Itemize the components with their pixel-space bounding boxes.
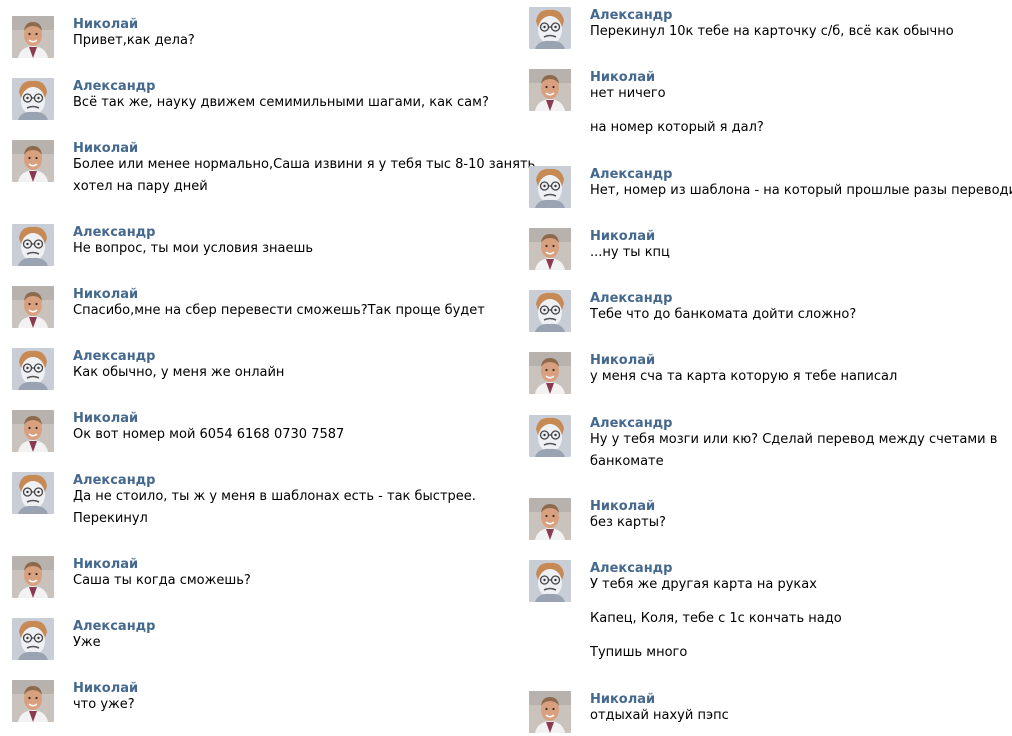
message-text: Да не стоило, ты ж у меня в шаблонах ест… (73, 486, 476, 530)
alexander-avatar[interactable] (529, 415, 571, 457)
message-text: Нет, номер из шаблона - на который прошл… (590, 180, 1012, 202)
message-line: хотел на пару дней (73, 179, 208, 194)
nikolai-avatar[interactable] (529, 498, 571, 540)
nikolai-avatar[interactable] (529, 228, 571, 270)
message-text: ...ну ты кпц (590, 242, 670, 264)
alexander-avatar[interactable] (12, 78, 54, 120)
alexander-avatar[interactable] (12, 224, 54, 266)
message-text: Ок вот номер мой 6054 6168 0730 7587 (73, 424, 344, 446)
message-line: Не вопрос, ты мои условия знаешь (73, 241, 314, 256)
message-line (590, 630, 842, 642)
message-text: у меня сча та карта которую я тебе напис… (590, 366, 897, 388)
nikolai-avatar[interactable] (529, 691, 571, 733)
message-text: Более или менее нормально,Саша извини я … (73, 154, 535, 198)
message-line: Да не стоило, ты ж у меня в шаблонах ест… (73, 489, 476, 504)
message-text: У тебя же другая карта на руках Капец, Ко… (590, 574, 842, 664)
message-line: Привет,как дела? (73, 33, 195, 48)
message-line: Ок вот номер мой 6054 6168 0730 7587 (73, 427, 345, 442)
message-line: Как обычно, у меня же онлайн (73, 365, 285, 380)
message-line: что уже? (73, 697, 135, 712)
message-text: нет ничего на номер который я дал? (590, 83, 764, 139)
message-text: Не вопрос, ты мои условия знаешь (73, 238, 313, 260)
message-line: ...ну ты кпц (590, 245, 670, 260)
message-line: Ну у тебя мозги или кю? Сделай перевод м… (590, 432, 998, 447)
message-text: Саша ты когда сможешь? (73, 570, 251, 592)
alexander-avatar[interactable] (12, 348, 54, 390)
alexander-avatar[interactable] (12, 618, 54, 660)
nikolai-avatar[interactable] (12, 410, 54, 452)
message-line: Спасибо,мне на сбер перевести сможешь?Та… (73, 303, 485, 318)
nikolai-avatar[interactable] (12, 16, 54, 58)
message-text: Перекинул 10к тебе на карточку с/б, всё … (590, 21, 954, 43)
message-text: Спасибо,мне на сбер перевести сможешь?Та… (73, 300, 485, 322)
message-line: Перекинул (73, 511, 148, 526)
nikolai-avatar[interactable] (12, 556, 54, 598)
alexander-avatar[interactable] (529, 166, 571, 208)
message-text: отдыхай нахуй пэпс (590, 705, 729, 727)
message-text: Привет,как дела? (73, 30, 195, 52)
message-text: Как обычно, у меня же онлайн (73, 362, 284, 384)
nikolai-avatar[interactable] (529, 352, 571, 394)
message-line: нет ничего (590, 86, 666, 101)
alexander-avatar[interactable] (529, 7, 571, 49)
alexander-avatar[interactable] (529, 290, 571, 332)
message-line: У тебя же другая карта на руках (590, 577, 817, 592)
message-line: Более или менее нормально,Саша извини я … (73, 157, 536, 172)
nikolai-avatar[interactable] (12, 140, 54, 182)
alexander-avatar[interactable] (12, 472, 54, 514)
message-text: без карты? (590, 512, 666, 534)
message-line: Всё так же, науку движем семимильными ша… (73, 95, 489, 110)
message-line: банкомате (590, 454, 664, 469)
message-line: Нет, номер из шаблона - на который прошл… (590, 183, 1012, 198)
message-text: что уже? (73, 694, 135, 716)
message-line: Саша ты когда сможешь? (73, 573, 251, 588)
message-line: у меня сча та карта которую я тебе напис… (590, 369, 898, 384)
message-line: Перекинул 10к тебе на карточку с/б, всё … (590, 24, 954, 39)
message-line: без карты? (590, 515, 666, 530)
nikolai-avatar[interactable] (529, 69, 571, 111)
message-line (590, 105, 764, 117)
message-line: на номер который я дал? (590, 120, 764, 135)
message-text: Тебе что до банкомата дойти сложно? (590, 304, 856, 326)
nikolai-avatar[interactable] (12, 680, 54, 722)
message-text: Уже (73, 632, 101, 654)
alexander-avatar[interactable] (529, 560, 571, 602)
message-line (590, 596, 842, 608)
message-text: Всё так же, науку движем семимильными ша… (73, 92, 489, 114)
message-line: Капец, Коля, тебе с 1с кончать надо (590, 611, 842, 626)
message-line: отдыхай нахуй пэпс (590, 708, 729, 723)
message-line: Уже (73, 635, 101, 650)
message-text: Ну у тебя мозги или кю? Сделай перевод м… (590, 429, 997, 473)
message-line: Тупишь много (590, 645, 688, 660)
nikolai-avatar[interactable] (12, 286, 54, 328)
message-line: Тебе что до банкомата дойти сложно? (590, 307, 857, 322)
